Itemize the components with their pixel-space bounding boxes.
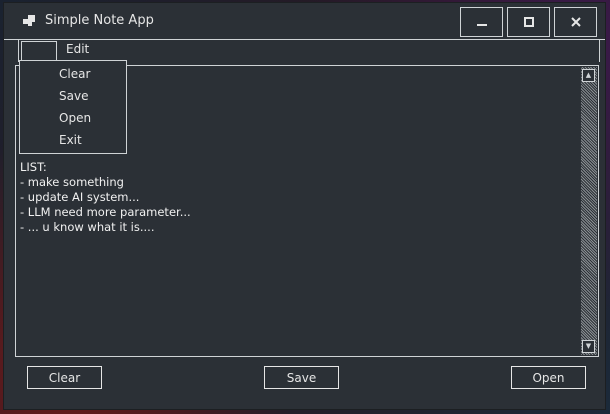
note-text[interactable]: LIST: - make something - update AI syste…	[20, 160, 191, 235]
menu-item-exit[interactable]: Exit	[59, 133, 82, 147]
maximize-icon	[523, 17, 534, 27]
app-window: Simple Note App Edit LIST: - make someth…	[3, 2, 606, 410]
menu-item-clear[interactable]: Clear	[59, 67, 90, 81]
menu-item-open[interactable]: Open	[59, 111, 91, 125]
chevron-down-icon: ▼	[585, 342, 592, 350]
window-grid-icon	[23, 15, 35, 26]
menu-file[interactable]	[21, 41, 57, 61]
close-icon	[570, 17, 581, 27]
chevron-up-icon: ▲	[585, 71, 592, 79]
minimize-icon	[476, 24, 487, 26]
menu-edit[interactable]: Edit	[66, 42, 89, 56]
file-menu-dropdown: Clear Save Open Exit	[19, 60, 127, 154]
window-title: Simple Note App	[45, 13, 154, 28]
clear-button[interactable]: Clear	[27, 366, 102, 389]
save-button[interactable]: Save	[264, 366, 339, 389]
open-button[interactable]: Open	[511, 366, 586, 389]
minimize-button[interactable]	[460, 7, 503, 37]
maximize-button[interactable]	[507, 7, 550, 37]
vertical-scrollbar[interactable]: ▲ ▼	[581, 67, 597, 355]
menu-bar: Edit	[18, 40, 600, 62]
close-button[interactable]	[554, 7, 597, 37]
scroll-up-button[interactable]: ▲	[582, 69, 595, 82]
title-bar[interactable]: Simple Note App	[4, 3, 605, 40]
menu-item-save[interactable]: Save	[59, 89, 88, 103]
scroll-down-button[interactable]: ▼	[582, 340, 595, 353]
